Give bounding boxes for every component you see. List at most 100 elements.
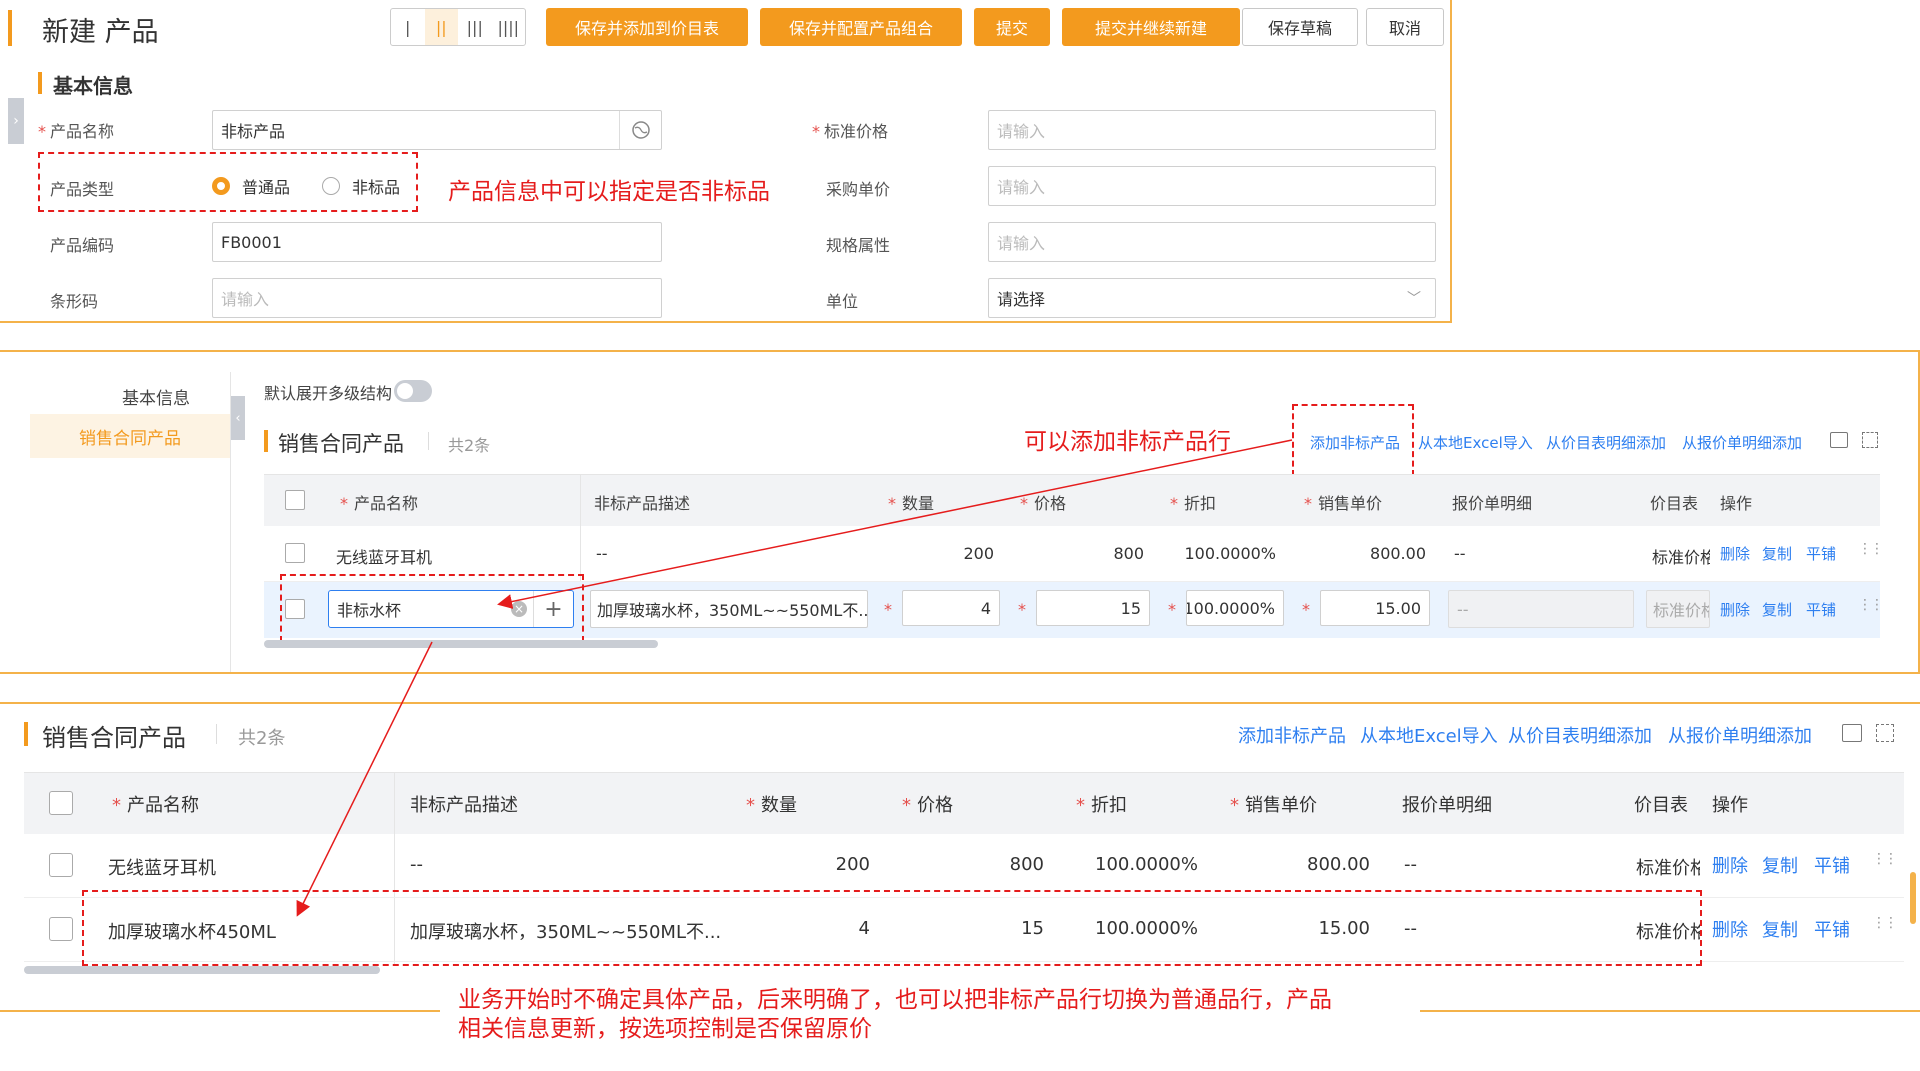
add-from-quote-link[interactable]: 从报价单明细添加 xyxy=(1682,432,1802,453)
spec-placeholder: 请输入 xyxy=(997,234,1046,253)
save-add-pricelist-button[interactable]: 保存并添加到价目表 xyxy=(546,8,748,46)
col-nonstandard-desc: 非标产品描述 xyxy=(594,494,691,513)
product-picker-icon[interactable] xyxy=(619,111,661,149)
table-header-row xyxy=(264,474,1880,526)
fullscreen-icon[interactable] xyxy=(1862,432,1878,448)
add-nonstandard-link[interactable]: 添加非标产品 xyxy=(1310,432,1400,453)
table-title-bar xyxy=(264,430,268,452)
product-name-field[interactable]: 非标产品 xyxy=(212,110,662,150)
conversion-annotation: 业务开始时不确定具体产品，后来明确了，也可以把非标产品行切换为普通品行，产品 相… xyxy=(440,986,1420,1044)
tile-link[interactable]: 平铺 xyxy=(1806,543,1836,564)
cell-unit-price: 800.00 xyxy=(1370,544,1426,563)
price-input[interactable]: 15 xyxy=(1036,590,1150,626)
cell-price: 800 xyxy=(1113,544,1144,563)
product-code-field[interactable]: FB0001 xyxy=(212,222,662,262)
add-from-pricelist-link[interactable]: 从价目表明细添加 xyxy=(1546,432,1666,453)
spec-label: 规格属性 xyxy=(826,236,891,255)
horizontal-scrollbar[interactable] xyxy=(264,640,658,648)
col-product-name: * 产品名称 xyxy=(112,795,199,816)
delete-link[interactable]: 删除 xyxy=(1712,852,1748,878)
row-checkbox[interactable] xyxy=(49,917,73,941)
row-count: 共2条 xyxy=(448,436,491,455)
add-from-pricelist-link[interactable]: 从价目表明细添加 xyxy=(1508,722,1652,748)
section-title: 基本信息 xyxy=(53,74,133,98)
col-pricelist: 价目表 xyxy=(1634,795,1688,816)
cell-qty: 200 xyxy=(963,544,994,563)
copy-link[interactable]: 复制 xyxy=(1762,599,1792,620)
import-excel-link[interactable]: 从本地Excel导入 xyxy=(1418,432,1533,453)
nav-contract-products-label: 销售合同产品 xyxy=(79,428,181,449)
import-excel-link[interactable]: 从本地Excel导入 xyxy=(1360,722,1498,748)
submit-new-button[interactable]: 提交并继续新建 xyxy=(1062,8,1240,46)
save-config-bundle-button[interactable]: 保存并配置产品组合 xyxy=(760,8,962,46)
barcode-field[interactable]: 请输入 xyxy=(212,278,662,318)
drag-handle-icon[interactable]: ⋮⋮ xyxy=(1872,916,1898,930)
cell-discount: 100.0000% xyxy=(1095,854,1198,875)
layout-3col-button[interactable]: ||| xyxy=(458,18,492,37)
required-mark: * xyxy=(1302,600,1310,619)
layout-2col-button[interactable]: || xyxy=(424,9,458,45)
row-checkbox[interactable] xyxy=(49,853,73,877)
product-type-annotation: 产品信息中可以指定是否非标品 xyxy=(448,179,770,205)
fullscreen-icon[interactable] xyxy=(1876,724,1894,742)
cell-price: 800 xyxy=(1009,854,1044,875)
chevron-left-icon: ‹ xyxy=(235,410,241,426)
nonstandard-row-highlight xyxy=(280,574,584,642)
drag-handle-icon[interactable]: ⋮⋮ xyxy=(1872,852,1898,866)
cell-product-name: 无线蓝牙耳机 xyxy=(336,548,433,567)
col-product-name: * 产品名称 xyxy=(340,494,419,513)
desc-field[interactable]: 加厚玻璃水杯，350ML~~550ML不... xyxy=(590,590,868,628)
add-nonstandard-link[interactable]: 添加非标产品 xyxy=(1238,722,1346,748)
purchase-price-field[interactable]: 请输入 xyxy=(988,166,1436,206)
add-from-quote-link[interactable]: 从报价单明细添加 xyxy=(1668,722,1812,748)
drag-handle-icon[interactable]: ⋮⋮ xyxy=(1858,542,1884,556)
expand-toggle[interactable] xyxy=(394,380,432,402)
qty-input[interactable]: 4 xyxy=(902,590,1000,626)
pricelist-input-disabled: 标准价格 xyxy=(1646,590,1710,628)
unit-label: 单位 xyxy=(826,292,859,311)
standard-price-field[interactable]: 请输入 xyxy=(988,110,1436,150)
side-expand-tab[interactable]: › xyxy=(8,98,24,144)
select-all-checkbox[interactable] xyxy=(49,791,73,815)
title-divider xyxy=(428,432,429,450)
delete-link[interactable]: 删除 xyxy=(1712,916,1748,942)
horizontal-scrollbar[interactable] xyxy=(24,966,380,974)
submit-button[interactable]: 提交 xyxy=(974,8,1050,46)
delete-link[interactable]: 删除 xyxy=(1720,599,1750,620)
unit-price-input[interactable]: 15.00 xyxy=(1320,590,1430,626)
tile-link[interactable]: 平铺 xyxy=(1806,599,1836,620)
purchase-price-label: 采购单价 xyxy=(826,180,891,199)
row-checkbox[interactable] xyxy=(285,543,305,563)
layout-1col-button[interactable]: | xyxy=(391,18,425,37)
col-price: * 价格 xyxy=(1020,494,1067,513)
column-settings-icon[interactable] xyxy=(1842,724,1862,742)
col-pricelist: 价目表 xyxy=(1650,494,1699,513)
select-all-checkbox[interactable] xyxy=(285,490,305,510)
nav-contract-products[interactable]: 销售合同产品 xyxy=(30,414,230,458)
tile-link[interactable]: 平铺 xyxy=(1814,916,1850,942)
copy-link[interactable]: 复制 xyxy=(1762,543,1792,564)
copy-link[interactable]: 复制 xyxy=(1762,852,1798,878)
page-title: 新建 产品 xyxy=(42,17,159,48)
discount-input[interactable]: 100.0000% xyxy=(1186,590,1284,626)
price-value: 15 xyxy=(1120,598,1141,618)
vertical-scrollbar[interactable] xyxy=(1910,872,1916,924)
cell-desc: -- xyxy=(410,854,423,875)
cancel-button[interactable]: 取消 xyxy=(1366,8,1444,46)
unit-select[interactable]: 请选择 ﹀ xyxy=(988,278,1436,318)
col-unit-price: * 销售单价 xyxy=(1230,795,1317,816)
collapse-tab[interactable]: ‹ xyxy=(231,396,245,440)
copy-link[interactable]: 复制 xyxy=(1762,916,1798,942)
save-draft-button[interactable]: 保存草稿 xyxy=(1242,8,1358,46)
required-mark: * xyxy=(884,600,892,619)
spec-field[interactable]: 请输入 xyxy=(988,222,1436,262)
row-count: 共2条 xyxy=(238,728,286,749)
drag-handle-icon[interactable]: ⋮⋮ xyxy=(1858,598,1884,612)
tile-link[interactable]: 平铺 xyxy=(1814,852,1850,878)
cell-quote: -- xyxy=(1454,544,1466,563)
layout-4col-button[interactable]: |||| xyxy=(492,18,526,37)
delete-link[interactable]: 删除 xyxy=(1720,543,1750,564)
chevron-down-icon: ﹀ xyxy=(1407,291,1421,307)
nav-basic-info[interactable]: 基本信息 xyxy=(122,384,190,409)
column-settings-icon[interactable] xyxy=(1830,432,1848,448)
